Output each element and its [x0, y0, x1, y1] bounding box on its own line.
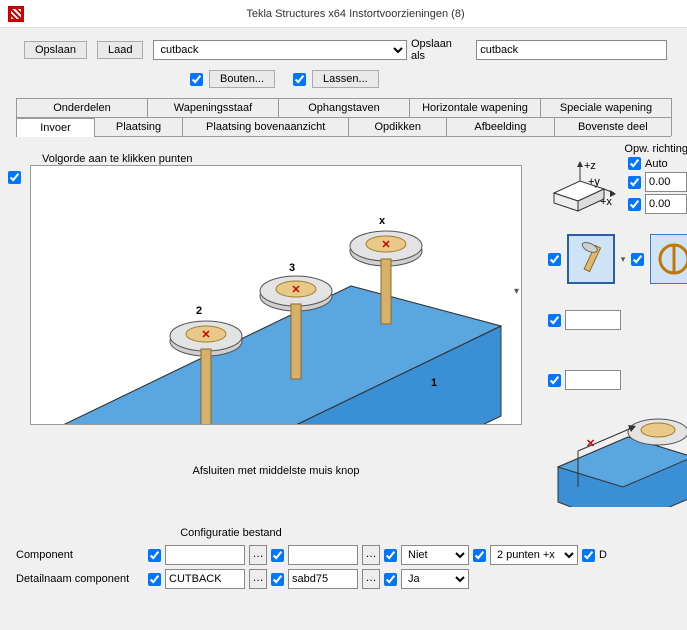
- lassen-button[interactable]: Lassen...: [312, 70, 379, 88]
- marker-3: 3: [289, 262, 295, 274]
- det-select1[interactable]: Ja: [401, 569, 469, 589]
- svg-text:✕: ✕: [201, 329, 210, 341]
- comp-browse2[interactable]: …: [362, 545, 380, 565]
- det-chk3[interactable]: [384, 573, 397, 586]
- tab-horizontale[interactable]: Horizontale wapening: [409, 98, 541, 117]
- preset-select[interactable]: cutback: [153, 40, 406, 60]
- val1-input[interactable]: [645, 172, 687, 192]
- tab-bovenste-deel[interactable]: Bovenste deel: [554, 117, 672, 136]
- save-as-input[interactable]: [476, 40, 667, 60]
- svg-text:+y: +y: [588, 176, 600, 188]
- tab-plaatsing[interactable]: Plaatsing: [94, 117, 183, 136]
- auto-check[interactable]: [628, 157, 641, 170]
- tab-plaatsing-bovenaanzicht[interactable]: Plaatsing bovenaanzicht: [182, 117, 349, 136]
- det-browse1[interactable]: …: [249, 569, 267, 589]
- detailnaam-label: Detailnaam component: [16, 573, 144, 585]
- config-title: Configuratie bestand: [16, 527, 446, 539]
- tab-afbeelding[interactable]: Afbeelding: [446, 117, 555, 136]
- svg-text:+z: +z: [584, 160, 596, 172]
- tab-wapeningsstaaf[interactable]: Wapeningsstaaf: [147, 98, 279, 117]
- val1-check[interactable]: [628, 176, 641, 189]
- tab-opdikken[interactable]: Opdikken: [348, 117, 447, 136]
- app-logo: [8, 6, 24, 22]
- comp-chk3[interactable]: [384, 549, 397, 562]
- svg-text:✕: ✕: [291, 284, 300, 296]
- thumb-option-1[interactable]: [567, 234, 615, 284]
- det-chk2[interactable]: [271, 573, 284, 586]
- comp-field1[interactable]: [165, 545, 245, 565]
- detail-preview: ✕: [548, 377, 687, 507]
- side-field1-check[interactable]: [548, 314, 561, 327]
- comp-field2[interactable]: [288, 545, 358, 565]
- auto-label: Auto: [645, 158, 668, 170]
- d-label: D: [599, 549, 607, 561]
- det-browse2[interactable]: …: [362, 569, 380, 589]
- side-field1[interactable]: [565, 310, 621, 330]
- tab-onderdelen[interactable]: Onderdelen: [16, 98, 148, 117]
- component-label: Component: [16, 549, 144, 561]
- marker-2: 2: [196, 305, 202, 317]
- thumb1-check[interactable]: [548, 253, 561, 266]
- marker-1: 1: [431, 377, 437, 389]
- bouten-check[interactable]: [190, 73, 203, 86]
- save-as-label: Opslaan als: [411, 38, 466, 62]
- axis-icon: +z +x +y: [548, 159, 616, 215]
- det-field1[interactable]: [165, 569, 245, 589]
- preview-image[interactable]: ✕ ✕ ✕ 2 3 x 1 ▾: [30, 165, 522, 425]
- tab-invoer[interactable]: Invoer: [16, 118, 95, 137]
- det-chk1[interactable]: [148, 573, 161, 586]
- save-button[interactable]: Opslaan: [24, 41, 87, 59]
- lassen-check[interactable]: [293, 73, 306, 86]
- comp-chk5[interactable]: [582, 549, 595, 562]
- tab-speciale[interactable]: Speciale wapening: [540, 98, 672, 117]
- comp-chk4[interactable]: [473, 549, 486, 562]
- svg-text:+x: +x: [600, 196, 612, 208]
- marker-x: x: [379, 215, 386, 227]
- comp-select-points[interactable]: 2 punten +x: [490, 545, 578, 565]
- det-field2[interactable]: [288, 569, 358, 589]
- window-title: Tekla Structures x64 Instortvoorzieninge…: [32, 8, 679, 20]
- comp-chk2[interactable]: [271, 549, 284, 562]
- svg-text:✕: ✕: [381, 239, 390, 251]
- thumb-option-2[interactable]: [650, 234, 687, 284]
- thumb2-check[interactable]: [631, 253, 644, 266]
- val2-check[interactable]: [628, 198, 641, 211]
- bouten-button[interactable]: Bouten...: [209, 70, 275, 88]
- tab-ophangstaven[interactable]: Ophangstaven: [278, 98, 410, 117]
- preview-caption: Afsluiten met middelste muis knop: [30, 465, 522, 477]
- comp-select1[interactable]: Niet: [401, 545, 469, 565]
- volgorde-check[interactable]: [8, 171, 21, 184]
- load-button[interactable]: Laad: [97, 41, 143, 59]
- expand-icon[interactable]: ▾: [514, 286, 519, 297]
- comp-browse1[interactable]: …: [249, 545, 267, 565]
- comp-chk1[interactable]: [148, 549, 161, 562]
- val2-input[interactable]: [645, 194, 687, 214]
- opw-label: Opw. richting: [548, 143, 687, 155]
